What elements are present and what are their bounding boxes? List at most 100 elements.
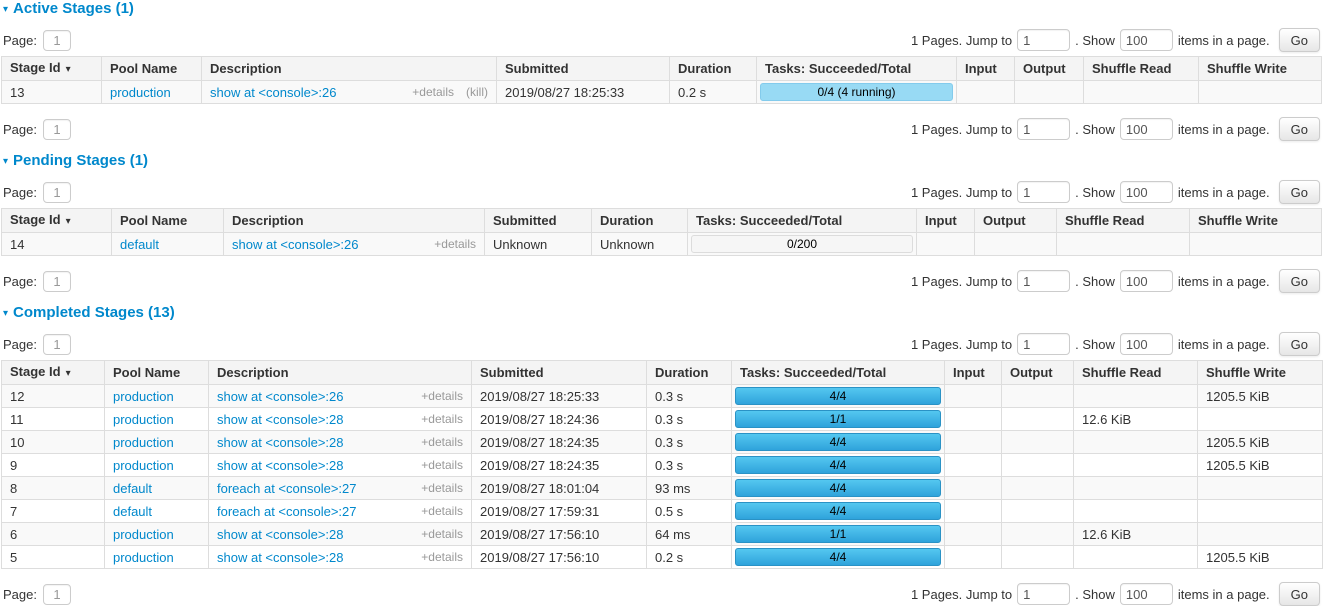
go-button[interactable]: Go [1279,582,1320,606]
jump-to-page-input[interactable] [1017,583,1070,605]
description-cell: show at <console>:28 +details [209,431,472,454]
pool-name-link[interactable]: production [113,412,174,427]
column-header-pool-name[interactable]: Pool Name [105,361,209,385]
stage-description-link[interactable]: show at <console>:28 [217,434,343,451]
column-header-description[interactable]: Description [202,57,497,81]
page-number-input[interactable] [43,182,71,203]
stage-description-link[interactable]: foreach at <console>:27 [217,480,357,497]
page-number-input[interactable] [43,584,71,605]
column-header-tasks[interactable]: Tasks: Succeeded/Total [688,209,917,233]
go-button[interactable]: Go [1279,332,1320,356]
column-header-input[interactable]: Input [945,361,1002,385]
pool-name-link[interactable]: production [113,458,174,473]
column-header-input[interactable]: Input [957,57,1015,81]
stage-description-link[interactable]: show at <console>:26 [232,236,358,253]
pagination-controls: 1 Pages. Jump to. Showitems in a page.Go [911,180,1320,204]
pending-stages-title[interactable]: ▾Pending Stages (1) [3,153,1322,170]
show-items-input[interactable] [1120,270,1173,292]
show-items-input[interactable] [1120,583,1173,605]
column-header-duration[interactable]: Duration [647,361,732,385]
column-header-label: Input [953,365,985,380]
active-stages-title[interactable]: ▾Active Stages (1) [3,1,1322,18]
jump-to-page-input[interactable] [1017,29,1070,51]
details-toggle[interactable]: +details [421,457,463,474]
details-toggle[interactable]: +details [421,526,463,543]
show-items-input[interactable] [1120,29,1173,51]
jump-to-page-input[interactable] [1017,118,1070,140]
column-header-duration[interactable]: Duration [670,57,757,81]
column-header-shuffle-write[interactable]: Shuffle Write [1199,57,1322,81]
stage-description-link[interactable]: show at <console>:28 [217,411,343,428]
column-header-label: Duration [678,61,731,76]
stage-description-link[interactable]: show at <console>:26 [210,84,336,101]
go-button[interactable]: Go [1279,117,1320,141]
pool-name-link[interactable]: production [110,85,171,100]
column-header-stage-id[interactable]: Stage Id▾ [2,209,112,233]
column-header-submitted[interactable]: Submitted [497,57,670,81]
go-button[interactable]: Go [1279,269,1320,293]
column-header-output[interactable]: Output [1015,57,1084,81]
column-header-output[interactable]: Output [975,209,1057,233]
show-items-input[interactable] [1120,181,1173,203]
completed-stages-title[interactable]: ▾Completed Stages (13) [3,305,1322,322]
stage-description-link[interactable]: show at <console>:28 [217,549,343,566]
details-toggle[interactable]: +details [412,84,454,101]
details-toggle[interactable]: +details [421,388,463,405]
column-header-tasks[interactable]: Tasks: Succeeded/Total [757,57,957,81]
column-header-description[interactable]: Description [209,361,472,385]
pending-stages-section: ▾Pending Stages (1)Page:1 Pages. Jump to… [1,153,1322,292]
pool-name-link[interactable]: production [113,550,174,565]
column-header-stage-id[interactable]: Stage Id▾ [2,57,102,81]
column-header-shuffle-write[interactable]: Shuffle Write [1198,361,1323,385]
pool-name-link[interactable]: production [113,527,174,542]
details-toggle[interactable]: +details [434,236,476,253]
stage-description-link[interactable]: show at <console>:28 [217,526,343,543]
stage-row: 5productionshow at <console>:28+details2… [2,546,1323,569]
pool-name-link[interactable]: default [113,504,152,519]
column-header-output[interactable]: Output [1002,361,1074,385]
details-toggle[interactable]: +details [421,549,463,566]
details-toggle[interactable]: +details [421,480,463,497]
pool-name-link[interactable]: production [113,389,174,404]
go-button[interactable]: Go [1279,28,1320,52]
column-header-description[interactable]: Description [224,209,485,233]
stage-description-link[interactable]: foreach at <console>:27 [217,503,357,520]
column-header-pool-name[interactable]: Pool Name [102,57,202,81]
page-number-input[interactable] [43,30,71,51]
column-header-submitted[interactable]: Submitted [485,209,592,233]
output-cell [1002,500,1074,523]
kill-link[interactable]: (kill) [466,84,488,101]
page-number-input[interactable] [43,271,71,292]
column-header-shuffle-write[interactable]: Shuffle Write [1190,209,1322,233]
column-header-tasks[interactable]: Tasks: Succeeded/Total [732,361,945,385]
column-header-pool-name[interactable]: Pool Name [112,209,224,233]
column-header-input[interactable]: Input [917,209,975,233]
column-header-submitted[interactable]: Submitted [472,361,647,385]
jump-to-page-input[interactable] [1017,270,1070,292]
stage-description-link[interactable]: show at <console>:28 [217,457,343,474]
pool-name-link[interactable]: production [113,435,174,450]
column-header-label: Shuffle Write [1206,365,1286,380]
jump-to-page-input[interactable] [1017,333,1070,355]
page-number-input[interactable] [43,334,71,355]
details-toggle[interactable]: +details [421,503,463,520]
jump-to-page-input[interactable] [1017,181,1070,203]
stage-row: 13productionshow at <console>:26+details… [2,81,1322,104]
page-number-input[interactable] [43,119,71,140]
stage-description-link[interactable]: show at <console>:26 [217,388,343,405]
column-header-shuffle-read[interactable]: Shuffle Read [1057,209,1190,233]
column-header-stage-id[interactable]: Stage Id▾ [2,361,105,385]
details-toggle[interactable]: +details [421,411,463,428]
pool-name-link[interactable]: default [120,237,159,252]
details-toggle[interactable]: +details [421,434,463,451]
column-header-shuffle-read[interactable]: Shuffle Read [1084,57,1199,81]
show-items-input[interactable] [1120,118,1173,140]
go-button[interactable]: Go [1279,180,1320,204]
column-header-duration[interactable]: Duration [592,209,688,233]
show-items-input[interactable] [1120,333,1173,355]
duration-cell: 0.2 s [670,81,757,104]
task-progress-bar: 1/1 [735,410,941,428]
pool-name-link[interactable]: default [113,481,152,496]
shuffle-write-cell [1199,81,1322,104]
column-header-shuffle-read[interactable]: Shuffle Read [1074,361,1198,385]
